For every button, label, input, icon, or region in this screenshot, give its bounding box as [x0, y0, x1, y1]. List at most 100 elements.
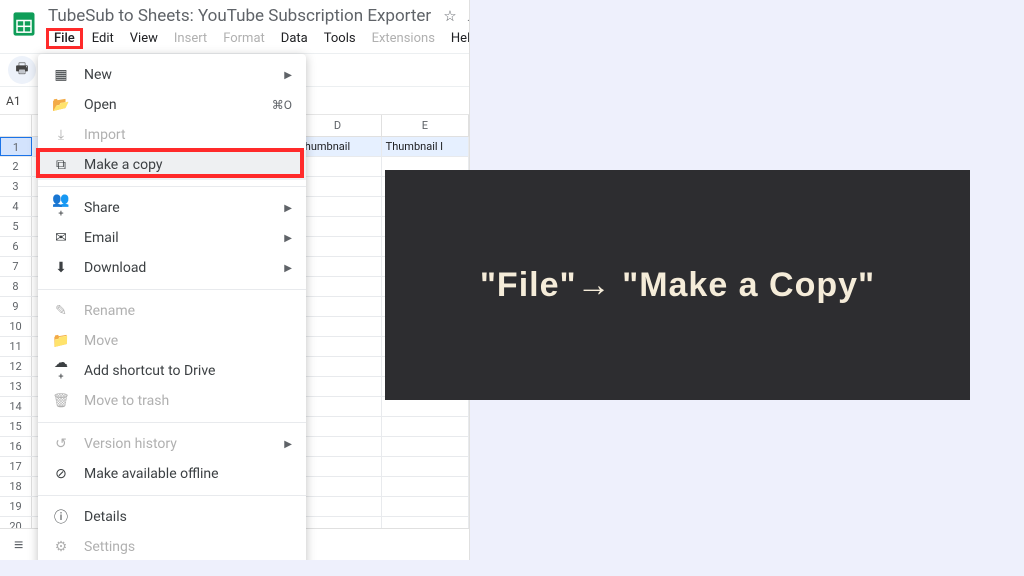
row-header[interactable]: 4 [0, 197, 32, 216]
col-header-d[interactable]: D [294, 115, 381, 136]
cell[interactable]: Thumbnail [294, 137, 381, 156]
row-header[interactable]: 1 [0, 137, 32, 156]
row-header[interactable]: 12 [0, 357, 32, 376]
cell[interactable] [294, 457, 381, 476]
row-header[interactable]: 2 [0, 157, 32, 176]
sheets-logo-icon[interactable] [10, 6, 38, 42]
menu-insert[interactable]: Insert [167, 28, 214, 49]
row-header[interactable]: 15 [0, 417, 32, 436]
cell[interactable] [294, 497, 381, 516]
row-header[interactable]: 7 [0, 257, 32, 276]
cell[interactable]: Thumbnail l [382, 137, 469, 156]
menu-edit[interactable]: Edit [85, 28, 121, 49]
cell[interactable] [294, 217, 381, 236]
menu-separator [38, 186, 306, 187]
menu-offline-label: Make available offline [84, 466, 292, 482]
row-header[interactable]: 19 [0, 497, 32, 516]
menu-settings[interactable]: ⚙ Settings [38, 532, 306, 560]
menu-import[interactable]: ⤓ Import [38, 120, 306, 150]
cell[interactable] [294, 257, 381, 276]
submenu-arrow-icon: ▶ [284, 70, 292, 81]
row-header[interactable]: 9 [0, 297, 32, 316]
cell[interactable] [294, 237, 381, 256]
row-header[interactable]: 17 [0, 457, 32, 476]
cell[interactable] [382, 457, 469, 476]
submenu-arrow-icon: ▶ [284, 263, 292, 274]
row-header[interactable]: 6 [0, 237, 32, 256]
row-header[interactable]: 14 [0, 397, 32, 416]
cell[interactable] [382, 437, 469, 456]
menu-format[interactable]: Format [216, 28, 272, 49]
menu-rename-label: Rename [84, 303, 292, 319]
cell[interactable] [382, 497, 469, 516]
file-menu-dropdown: ▦ New ▶ 📂 Open ⌘O ⤓ Import ⧉ Make a copy… [38, 54, 306, 560]
history-icon: ↺ [52, 436, 70, 452]
menu-rename[interactable]: ✎ Rename [38, 296, 306, 326]
cell[interactable] [294, 197, 381, 216]
instruction-overlay: "File"→ "Make a Copy" [385, 170, 970, 400]
row-header[interactable]: 5 [0, 217, 32, 236]
document-title[interactable]: TubeSub to Sheets: YouTube Subscription … [46, 6, 433, 26]
row-header[interactable]: 16 [0, 437, 32, 456]
menu-move[interactable]: 📁 Move [38, 326, 306, 356]
cell[interactable] [294, 477, 381, 496]
menubar: File Edit View Insert Format Data Tools … [46, 26, 470, 53]
cell[interactable] [294, 357, 381, 376]
menu-email[interactable]: ✉ Email ▶ [38, 223, 306, 253]
menu-details-label: Details [84, 509, 292, 525]
cell[interactable] [294, 337, 381, 356]
menu-trash[interactable]: 🗑 Move to trash [38, 386, 306, 416]
menu-help[interactable]: Help [444, 28, 470, 49]
menu-download[interactable]: ⬇ Download ▶ [38, 253, 306, 283]
menu-move-label: Move [84, 333, 292, 349]
menu-extensions[interactable]: Extensions [365, 28, 442, 49]
menu-details[interactable]: ⓘ Details [38, 502, 306, 532]
row-header[interactable]: 13 [0, 377, 32, 396]
menu-open-label: Open [84, 97, 258, 113]
cell[interactable] [294, 297, 381, 316]
submenu-arrow-icon: ▶ [284, 203, 292, 214]
email-icon: ✉ [52, 230, 70, 246]
cell[interactable] [294, 417, 381, 436]
cell[interactable] [294, 377, 381, 396]
cell[interactable] [294, 397, 381, 416]
menu-new-label: New [84, 67, 270, 83]
row-header[interactable]: 18 [0, 477, 32, 496]
import-icon: ⤓ [52, 127, 70, 143]
row-header[interactable]: 3 [0, 177, 32, 196]
row-header[interactable]: 8 [0, 277, 32, 296]
move-folder-icon[interactable]: ☁ [467, 7, 470, 25]
menu-new[interactable]: ▦ New ▶ [38, 60, 306, 90]
instruction-text: "File"→ "Make a Copy" [480, 266, 875, 305]
rename-icon: ✎ [52, 303, 70, 319]
menu-file[interactable]: File [46, 28, 83, 49]
row-header[interactable]: 10 [0, 317, 32, 336]
menu-version-history[interactable]: ↺ Version history ▶ [38, 429, 306, 459]
cell[interactable] [294, 157, 381, 176]
offline-icon: ⊘ [52, 466, 70, 482]
menu-tools[interactable]: Tools [317, 28, 363, 49]
submenu-arrow-icon: ▶ [284, 439, 292, 450]
menu-share[interactable]: 👥⁺ Share ▶ [38, 193, 306, 223]
menu-add-shortcut[interactable]: ☁⁺ Add shortcut to Drive [38, 356, 306, 386]
cell[interactable] [382, 417, 469, 436]
menu-offline[interactable]: ⊘ Make available offline [38, 459, 306, 489]
menu-view[interactable]: View [123, 28, 165, 49]
menu-settings-label: Settings [84, 539, 292, 555]
cell[interactable] [382, 477, 469, 496]
menu-version-history-label: Version history [84, 436, 270, 452]
header: TubeSub to Sheets: YouTube Subscription … [0, 0, 469, 53]
cell[interactable] [294, 437, 381, 456]
drive-shortcut-icon: ☁⁺ [52, 355, 70, 387]
cell[interactable] [294, 177, 381, 196]
menu-make-a-copy[interactable]: ⧉ Make a copy [38, 150, 306, 180]
row-header[interactable]: 11 [0, 337, 32, 356]
menu-data[interactable]: Data [274, 28, 315, 49]
menu-open[interactable]: 📂 Open ⌘O [38, 90, 306, 120]
all-sheets-icon[interactable]: ≡ [8, 535, 29, 555]
print-icon[interactable]: 🖶 [8, 56, 36, 84]
col-header-e[interactable]: E [382, 115, 469, 136]
star-icon[interactable]: ☆ [443, 7, 456, 25]
cell[interactable] [294, 277, 381, 296]
cell[interactable] [294, 317, 381, 336]
